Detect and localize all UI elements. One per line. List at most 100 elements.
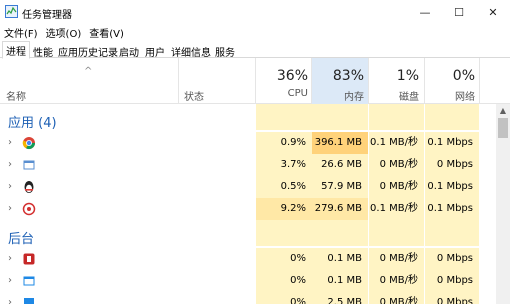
memory-cell: 396.1 MB — [312, 132, 368, 154]
cpu-cell: 0% — [256, 292, 312, 304]
task-manager-icon — [5, 5, 18, 18]
tab-startup[interactable]: 启动 — [115, 42, 143, 59]
disk-cell: 0 MB/秒 — [369, 248, 424, 270]
red-square-icon — [23, 253, 35, 265]
group-header-background[interactable]: 后台 — [0, 220, 496, 247]
memory-label[interactable]: 内存 — [312, 88, 364, 103]
heat-cell — [369, 220, 424, 246]
close-icon: ✕ — [488, 5, 498, 19]
minimize-icon: — — [419, 5, 431, 19]
expand-chevron-icon[interactable]: › — [8, 159, 12, 170]
scroll-up-arrow-icon[interactable]: ▲ — [496, 104, 510, 118]
memory-cell: 2.5 MB — [312, 292, 368, 304]
cpu-cell: 0.5% — [256, 176, 312, 198]
maximize-icon: ☐ — [454, 5, 464, 19]
memory-cell: 26.6 MB — [312, 154, 368, 176]
window-title: 任务管理器 — [22, 10, 72, 21]
menu-bar: 文件(F) 选项(O) 查看(V) — [0, 24, 510, 40]
tab-performance[interactable]: 性能 — [29, 42, 57, 59]
cpu-cell: 9.2% — [256, 198, 312, 220]
disk-label[interactable]: 磁盘 — [369, 88, 419, 103]
chrome-icon — [22, 137, 35, 150]
expand-chevron-icon[interactable]: › — [8, 137, 12, 148]
cpu-label[interactable]: CPU — [256, 88, 308, 99]
expand-chevron-icon[interactable]: › — [8, 297, 12, 304]
tab-users[interactable]: 用户 — [141, 42, 169, 59]
table-row[interactable]: › 0% 0.1 MB 0 MB/秒 0 Mbps — [0, 248, 496, 270]
red-app-icon — [22, 202, 36, 216]
group-title-apps: 应用 (4) — [8, 116, 57, 131]
cpu-cell: 3.7% — [256, 154, 312, 176]
close-button[interactable]: ✕ — [476, 0, 510, 24]
tab-processes[interactable]: 进程 — [2, 41, 30, 59]
disk-cell: 0 MB/秒 — [369, 292, 424, 304]
column-divider — [479, 58, 480, 104]
expand-chevron-icon[interactable]: › — [8, 253, 12, 264]
column-header: ^ 名称 状态 36% CPU 83% 内存 1% 磁盘 0% 网络 — [0, 58, 510, 104]
column-divider — [178, 58, 179, 104]
network-label[interactable]: 网络 — [425, 88, 475, 103]
memory-cell: 0.1 MB — [312, 248, 368, 270]
minimize-button[interactable]: — — [408, 0, 442, 24]
expand-chevron-icon[interactable]: › — [8, 275, 12, 286]
sort-arrow-icon: ^ — [84, 66, 93, 77]
heat-cell — [425, 220, 479, 246]
maximize-button[interactable]: ☐ — [442, 0, 476, 24]
cpu-percent[interactable]: 36% — [256, 68, 308, 84]
process-list: 应用 (4) › 0.9% 396.1 MB 0.1 MB/秒 0.1 Mbps… — [0, 104, 496, 304]
disk-cell: 0.1 MB/秒 — [369, 198, 424, 220]
menu-file[interactable]: 文件(F) — [4, 25, 38, 40]
memory-cell: 0.1 MB — [312, 270, 368, 292]
cpu-cell: 0.9% — [256, 132, 312, 154]
menu-options[interactable]: 选项(O) — [46, 25, 82, 40]
network-cell: 0 Mbps — [425, 292, 479, 304]
heat-cell — [312, 104, 368, 130]
network-cell: 0.1 Mbps — [425, 176, 479, 198]
memory-cell: 279.6 MB — [312, 198, 368, 220]
qq-penguin-icon — [24, 181, 34, 193]
blue-window-icon — [23, 276, 35, 286]
group-header-apps[interactable]: 应用 (4) — [0, 104, 496, 131]
vertical-scrollbar[interactable]: ▲ — [496, 104, 510, 304]
table-row[interactable]: › 0.9% 396.1 MB 0.1 MB/秒 0.1 Mbps — [0, 132, 496, 154]
tab-bar: 进程 性能 应用历史记录 启动 用户 详细信息 服务 — [0, 40, 510, 59]
memory-percent[interactable]: 83% — [312, 68, 364, 84]
disk-cell: 0 MB/秒 — [369, 154, 424, 176]
heat-cell — [369, 104, 424, 130]
heat-cell — [256, 104, 312, 130]
disk-cell: 0 MB/秒 — [369, 176, 424, 198]
title-bar: 任务管理器 — ☐ ✕ — [0, 0, 510, 24]
network-cell: 0.1 Mbps — [425, 198, 479, 220]
table-row[interactable]: › 0.5% 57.9 MB 0 MB/秒 0.1 Mbps — [0, 176, 496, 198]
tab-details[interactable]: 详细信息 — [167, 42, 215, 59]
heat-cell — [425, 104, 479, 130]
memory-cell: 57.9 MB — [312, 176, 368, 198]
expand-chevron-icon[interactable]: › — [8, 181, 12, 192]
network-cell: 0 Mbps — [425, 154, 479, 176]
expand-chevron-icon[interactable]: › — [8, 203, 12, 214]
column-status[interactable]: 状态 — [184, 88, 204, 103]
disk-cell: 0 MB/秒 — [369, 270, 424, 292]
tab-app-history[interactable]: 应用历史记录 — [54, 42, 122, 59]
table-row[interactable]: › 3.7% 26.6 MB 0 MB/秒 0 Mbps — [0, 154, 496, 176]
network-cell: 0 Mbps — [425, 270, 479, 292]
table-row[interactable]: › 9.2% 279.6 MB 0.1 MB/秒 0.1 Mbps — [0, 198, 496, 220]
group-title-background: 后台 — [8, 232, 35, 247]
network-percent[interactable]: 0% — [425, 68, 475, 84]
disk-percent[interactable]: 1% — [369, 68, 419, 84]
menu-view[interactable]: 查看(V) — [89, 25, 124, 40]
network-cell: 0.1 Mbps — [425, 132, 479, 154]
column-name[interactable]: 名称 — [6, 88, 26, 103]
table-row[interactable]: › 0% 2.5 MB 0 MB/秒 0 Mbps — [0, 292, 496, 304]
tab-services[interactable]: 服务 — [211, 42, 239, 59]
heat-cell — [312, 220, 368, 246]
cpu-cell: 0% — [256, 248, 312, 270]
ie-icon — [23, 160, 35, 170]
table-row[interactable]: › 0% 0.1 MB 0 MB/秒 0 Mbps — [0, 270, 496, 292]
scroll-thumb[interactable] — [498, 118, 508, 138]
blue-app-icon — [24, 298, 34, 304]
heat-cell — [256, 220, 312, 246]
cpu-cell: 0% — [256, 270, 312, 292]
disk-cell: 0.1 MB/秒 — [369, 132, 424, 154]
network-cell: 0 Mbps — [425, 248, 479, 270]
